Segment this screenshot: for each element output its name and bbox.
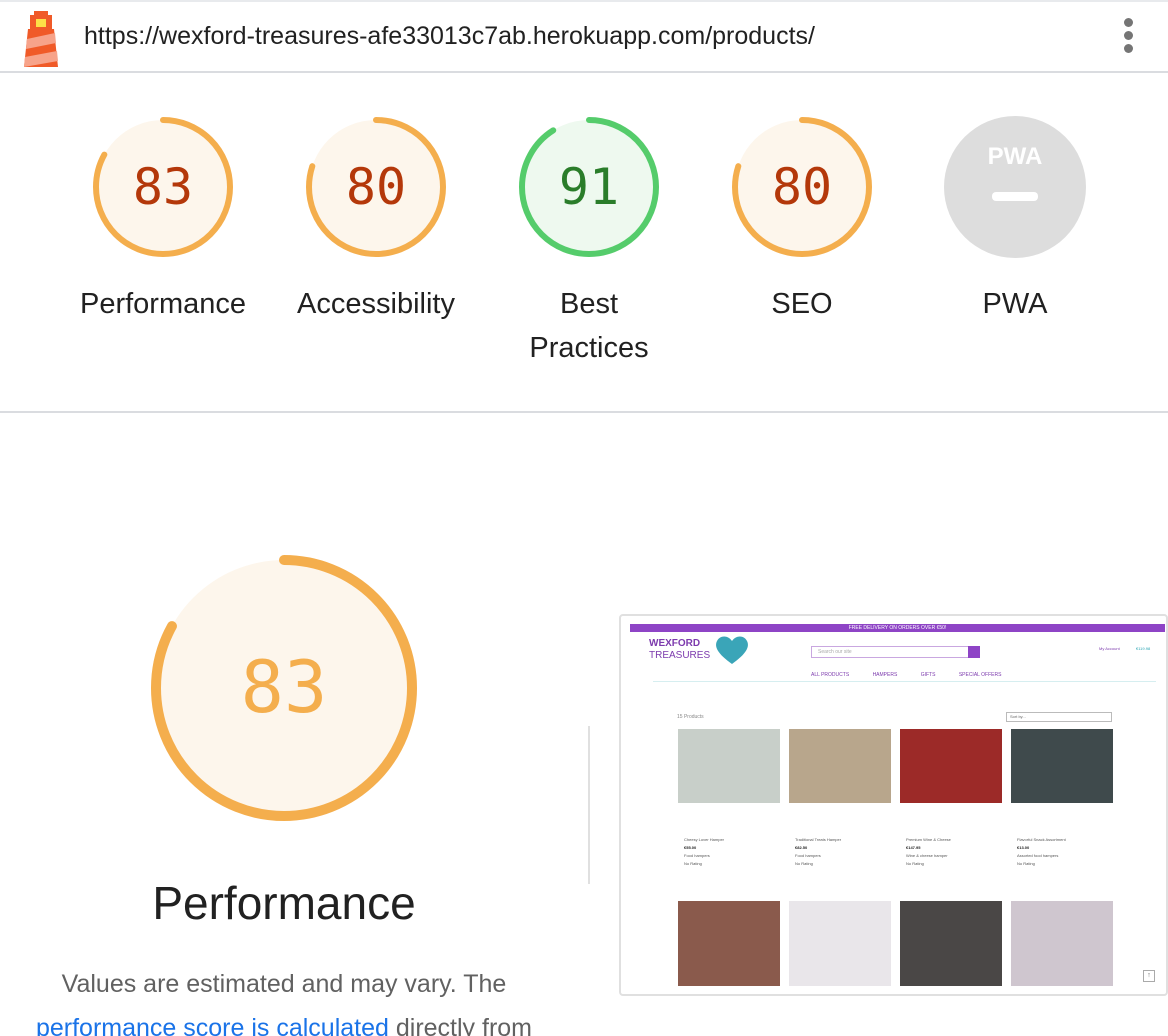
shot-product-image (900, 729, 1002, 803)
gauge-ring: 91 (519, 117, 659, 257)
shot-product-price: €13.00 (1017, 845, 1030, 850)
shot-account: My Account (1099, 646, 1120, 651)
gauge-ring: 83 (93, 117, 233, 257)
gauge-performance[interactable]: 83 Performance (63, 116, 263, 326)
shot-product-category: Wine & cheese hamper (906, 853, 948, 858)
gauge-score: 80 (346, 158, 406, 216)
shot-product-price: €55.00 (684, 845, 697, 850)
shot-nav-item: GIFTS (920, 672, 936, 678)
shot-product-image-row2 (900, 901, 1002, 986)
shot-nav: ALL PRODUCTS HAMPERS GIFTS SPECIAL OFFER… (811, 672, 1023, 678)
performance-title: Performance (152, 877, 416, 929)
gauge-label: Best Practices (529, 288, 649, 364)
shot-brand-line1: WEXFORD (649, 638, 701, 649)
shot-product-name: Premium Wine & Cheese (906, 837, 951, 842)
shot-product-rating: No Rating (795, 861, 813, 866)
pwa-icon: PWA (944, 116, 1086, 258)
performance-score-link[interactable]: performance score is calculated (36, 1014, 389, 1036)
shot-product-rating: No Rating (684, 861, 702, 866)
shot-product-image (789, 729, 891, 803)
shot-nav-item: SPECIAL OFFERS (958, 672, 1002, 678)
shot-product-category: Food hampers (795, 853, 821, 858)
shot-product-category: Assorted food hampers (1017, 853, 1059, 858)
performance-description: Values are estimated and may vary. The p… (0, 962, 568, 1036)
gauge-score: 91 (559, 158, 619, 216)
shot-search-input: Search our site (811, 646, 969, 658)
shot-product-image (678, 729, 780, 803)
gauge-label: Performance (79, 288, 246, 320)
shot-product-name: Traditional Treats Hamper (795, 837, 842, 842)
shot-product-rating: No Rating (906, 861, 924, 866)
shot-product-name: Flavorful Snack Assortment (1017, 837, 1066, 842)
shot-nav-item: HAMPERS (872, 672, 898, 678)
shot-product-caption: Cheesy Lover Hamper €55.00 Food hampers … (684, 836, 786, 868)
gauge-ring: 80 (306, 117, 446, 257)
gauge-ring: 80 (732, 117, 872, 257)
final-screenshot[interactable]: FREE DELIVERY ON ORDERS OVER €50! WEXFOR… (619, 614, 1168, 996)
shot-product-price: €82.50 (795, 845, 808, 850)
vertical-separator (588, 726, 590, 884)
shot-product-image-row2 (789, 901, 891, 986)
shot-product-rating: No Rating (1017, 861, 1035, 866)
page-url[interactable]: https://wexford-treasures-afe33013c7ab.h… (84, 22, 815, 51)
shot-brand: WEXFORD TREASURES (649, 638, 710, 662)
shot-product-count: 15 Products (677, 714, 704, 720)
gauge-seo[interactable]: 80 SEO (702, 116, 902, 326)
gauge-pwa[interactable]: PWA PWA (915, 116, 1115, 326)
shot-product-image-row2 (1011, 901, 1113, 986)
shot-delivery-banner: FREE DELIVERY ON ORDERS OVER €50! (630, 624, 1165, 632)
shot-product-caption: Traditional Treats Hamper €82.50 Food ha… (795, 836, 897, 868)
gauge-score: 83 (133, 158, 193, 216)
heart-logo-icon (716, 636, 748, 664)
gauge-accessibility[interactable]: 80 Accessibility (276, 116, 476, 326)
back-to-top-icon: ↑ (1143, 970, 1155, 982)
shot-product-name: Cheesy Lover Hamper (684, 837, 725, 842)
section-divider (0, 411, 1168, 413)
gauge-label: PWA (982, 288, 1048, 320)
gauge-label: Accessibility (297, 288, 455, 320)
shot-product-caption: Flavorful Snack Assortment €13.00 Assort… (1017, 836, 1119, 868)
shot-sort-select: Sort by... (1006, 712, 1112, 722)
shot-brand-line2: TREASURES (649, 650, 711, 661)
pwa-badge-text: PWA (988, 143, 1043, 170)
lighthouse-icon (24, 11, 58, 67)
gauge-score: 80 (772, 158, 832, 216)
performance-score: 83 (241, 645, 328, 729)
shot-search-icon (968, 646, 980, 658)
gauge-label: SEO (771, 288, 833, 320)
kebab-menu-icon[interactable] (1118, 18, 1138, 60)
shot-product-image (1011, 729, 1113, 803)
gauge-best-practices[interactable]: 91 Best Practices (489, 116, 689, 370)
shot-nav-underline (653, 681, 1156, 682)
performance-big-gauge: 83 (151, 555, 417, 821)
desc-prefix: Values are estimated and may vary. The (61, 970, 507, 998)
desc-suffix: directly from (395, 1014, 533, 1036)
shot-product-price: €147.95 (906, 845, 921, 850)
shot-bag-total: €119.98 (1136, 646, 1151, 651)
shot-product-category: Food hampers (684, 853, 710, 858)
shot-product-caption: Premium Wine & Cheese €147.95 Wine & che… (906, 836, 1008, 868)
address-bar: https://wexford-treasures-afe33013c7ab.h… (0, 0, 1168, 73)
shot-product-image-row2 (678, 901, 780, 986)
shot-nav-item: ALL PRODUCTS (811, 672, 850, 678)
